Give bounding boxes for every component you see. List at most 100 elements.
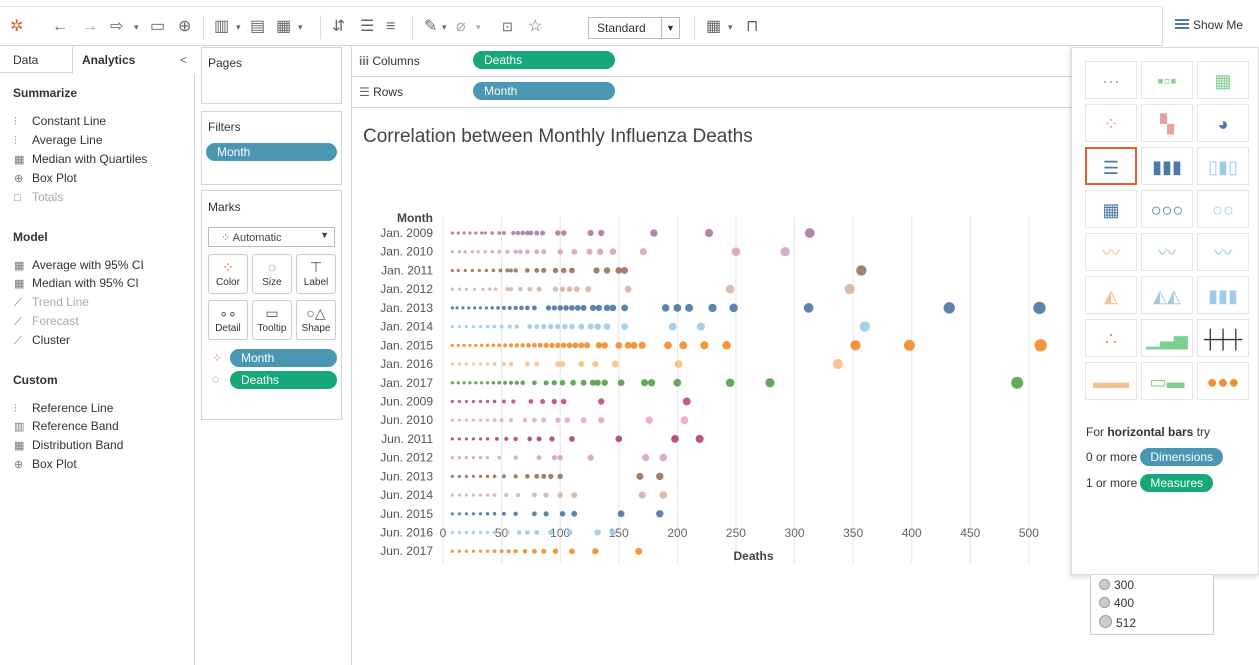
tab-analytics[interactable]: Analytics (82, 53, 135, 67)
analytics-custom-box-plot[interactable]: ⊕ Box Plot (14, 457, 77, 471)
duplicate-sheet-icon[interactable]: ▤ (250, 17, 265, 37)
dual-lines-thumb[interactable]: 〰 (1197, 233, 1249, 271)
pages-card[interactable]: Pages (201, 47, 342, 104)
dual-combination-thumb[interactable]: ▮▮▮ (1197, 276, 1249, 314)
fit-width-select[interactable]: Standard ▼ (588, 17, 680, 39)
tab-data[interactable]: Data (13, 53, 38, 67)
analytics-reference-band[interactable]: ▥ Reference Band (14, 419, 119, 433)
bullet-graph-thumb[interactable]: ▭▬ (1141, 362, 1193, 400)
box-plot-icon: ⊕ (14, 459, 24, 471)
data-point (555, 342, 561, 349)
data-point (450, 343, 454, 347)
scatter-plot-thumb[interactable]: ∴ (1085, 319, 1137, 357)
gantt-chart-thumb[interactable]: ▬▬ (1085, 362, 1137, 400)
show-me-button[interactable]: Show Me (1162, 6, 1259, 46)
analytics-forecast[interactable]: ⟋ Forecast (14, 314, 79, 329)
label-button[interactable]: ⊤ Label (296, 254, 336, 294)
new-worksheet-icon[interactable]: ▥ (214, 17, 229, 37)
collapse-pane-icon[interactable]: < (180, 53, 187, 67)
filters-card[interactable]: Filters Month (201, 111, 342, 185)
area-discrete-thumb[interactable]: ◭◭ (1141, 276, 1193, 314)
text-table-thumb[interactable]: ··· (1085, 61, 1137, 99)
rows-shelf[interactable]: ☰ Rows Month (353, 78, 1071, 108)
data-point (661, 304, 670, 312)
analytics-box-plot[interactable]: ⊕ Box Plot (14, 171, 77, 185)
show-labels-icon[interactable]: ⊡ (502, 17, 513, 37)
columns-shelf[interactable]: iii Columns Deaths (353, 47, 1071, 77)
filled-map-thumb[interactable]: ▚ (1141, 104, 1193, 142)
sort-descending-icon[interactable]: ≡ (386, 17, 395, 37)
data-point (464, 549, 469, 553)
pin-icon[interactable]: ☆ (528, 17, 542, 37)
analytics-average-line[interactable]: ⫶ Average Line (14, 133, 103, 148)
side-by-side-bars-thumb[interactable]: ▯▮▯ (1197, 147, 1249, 185)
columns-pill-deaths[interactable]: Deaths (473, 51, 615, 69)
lines-discrete-thumb[interactable]: 〰 (1141, 233, 1193, 271)
save-icon[interactable]: ▭ (150, 17, 165, 37)
filter-pill-month[interactable]: Month (206, 143, 337, 161)
data-point (731, 247, 741, 257)
rows-pill-month[interactable]: Month (473, 82, 615, 100)
chevron-down-icon[interactable]: ▼ (661, 18, 679, 38)
chart-type-icon: ▭▬ (1149, 372, 1185, 392)
marks-pill-deaths[interactable]: Deaths (230, 371, 337, 389)
data-point (555, 323, 561, 330)
box-whisker-thumb[interactable]: ┼┼┼ (1197, 319, 1249, 357)
horizontal-bars-thumb[interactable]: ☰ (1085, 147, 1137, 185)
mark-type-select[interactable]: ⁘ Automatic ▼ (208, 227, 335, 247)
undo-icon[interactable]: ← (52, 17, 68, 37)
histogram-thumb[interactable]: ▁▃▅ (1141, 319, 1193, 357)
show-cards-icon[interactable]: ▦ (706, 17, 721, 37)
presentation-mode-icon[interactable]: ⊓ (746, 17, 758, 37)
size-legend-item[interactable]: 512 (1099, 615, 1136, 630)
symbol-map-thumb[interactable]: ⁘ (1085, 104, 1137, 142)
marks-pill-month[interactable]: Month (230, 349, 337, 367)
data-point (457, 399, 462, 404)
analytics-trend-line[interactable]: ⟋ Trend Line (14, 295, 89, 310)
chevron-down-icon[interactable]: ▾ (728, 17, 733, 37)
lines-continuous-thumb[interactable]: 〰 (1085, 233, 1137, 271)
swap-axes-icon[interactable]: ⇵ (332, 17, 345, 37)
chart-type-icon: ▮▮▮ (1208, 286, 1238, 306)
packed-bubbles-thumb[interactable]: ●●● (1197, 362, 1249, 400)
clear-sheet-icon[interactable]: ▦ (276, 17, 291, 37)
highlight-table-thumb[interactable]: ▦ (1197, 61, 1249, 99)
side-by-side-circles-thumb[interactable]: ○○ (1197, 190, 1249, 228)
chevron-down-icon[interactable]: ▾ (442, 17, 447, 37)
bar-chart-icon (1175, 19, 1189, 30)
replay-icon[interactable]: ⇨ (110, 17, 123, 37)
analytics-median-quartiles[interactable]: ▦ Median with Quartiles (14, 152, 147, 166)
add-datasource-icon[interactable]: ⊕ (178, 17, 191, 37)
tooltip-button[interactable]: ▭ Tooltip (252, 300, 292, 340)
chevron-down-icon[interactable]: ▾ (236, 17, 241, 37)
analytics-distribution-band[interactable]: ▦ Distribution Band (14, 438, 123, 452)
scatter-chart[interactable]: 0 50 100 150 200 250 300 350 400 450 500MonthDeath… (353, 152, 1071, 622)
heat-map-thumb[interactable]: ▪▫▪ (1141, 61, 1193, 99)
analytics-reference-line[interactable]: ⫶ Reference Line (14, 401, 113, 416)
analytics-cluster[interactable]: ⟋ Cluster (14, 333, 70, 348)
detail-button[interactable]: ∘∘ Detail (208, 300, 248, 340)
analytics-totals[interactable]: □ Totals (14, 190, 63, 204)
chevron-down-icon[interactable]: ▾ (134, 17, 139, 37)
tableau-logo-icon[interactable]: ✲ (10, 17, 23, 37)
analytics-constant-line[interactable]: ⫶ Constant Line (14, 114, 106, 129)
size-legend-item[interactable]: 300 (1099, 578, 1134, 592)
chevron-down-icon[interactable]: ▾ (476, 17, 481, 37)
group-members-icon[interactable]: ⌀ (456, 17, 466, 37)
sort-ascending-icon[interactable]: ☰ (360, 17, 374, 37)
analytics-median-ci[interactable]: ▦ Median with 95% CI (14, 276, 139, 290)
area-continuous-thumb[interactable]: ◭ (1085, 276, 1137, 314)
pie-chart-thumb[interactable]: ◕ (1197, 104, 1249, 142)
dimensions-tag: Dimensions (1140, 448, 1224, 466)
stacked-bars-thumb[interactable]: ▮▮▮ (1141, 147, 1193, 185)
treemap-thumb[interactable]: ▦ (1085, 190, 1137, 228)
color-button[interactable]: ⁘ Color (208, 254, 248, 294)
circle-views-thumb[interactable]: ○○○ (1141, 190, 1193, 228)
size-legend-item[interactable]: 400 (1099, 596, 1134, 610)
highlight-icon[interactable]: ✎ (424, 17, 437, 37)
redo-icon[interactable]: → (82, 17, 98, 37)
analytics-average-ci[interactable]: ▦ Average with 95% CI (14, 258, 144, 272)
shape-button[interactable]: ○△ Shape (296, 300, 336, 340)
chevron-down-icon[interactable]: ▾ (298, 17, 303, 37)
size-button[interactable]: ◌ Size (252, 254, 292, 294)
